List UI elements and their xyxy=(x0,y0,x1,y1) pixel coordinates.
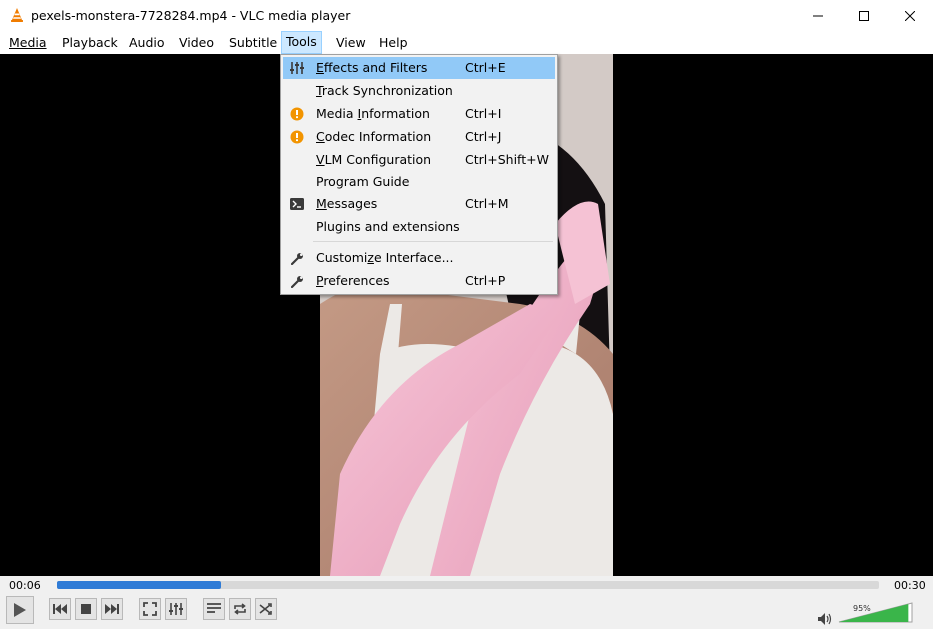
controls-bar: 00:06 00:30 95% xyxy=(0,576,933,629)
volume-slider[interactable] xyxy=(838,602,914,624)
menu-item-messages[interactable]: Messages Ctrl+M xyxy=(283,193,555,215)
menu-audio[interactable]: Audio xyxy=(125,32,169,54)
wrench-icon xyxy=(289,250,305,266)
menu-item-codec-information[interactable]: Codec Information Ctrl+J xyxy=(283,126,555,148)
play-icon xyxy=(14,603,26,617)
menu-bar: Media Playback Audio Video Subtitle Tool… xyxy=(0,31,933,54)
extended-settings-button[interactable] xyxy=(165,598,187,620)
shortcut-label: Ctrl+E xyxy=(465,60,506,75)
shuffle-button[interactable] xyxy=(255,598,277,620)
equalizer-icon xyxy=(169,603,183,615)
menu-item-preferences[interactable]: Preferences Ctrl+P xyxy=(283,270,555,292)
next-button[interactable] xyxy=(101,598,123,620)
menu-playback[interactable]: Playback xyxy=(58,32,122,54)
menu-item-media-information[interactable]: Media Information Ctrl+I xyxy=(283,103,555,125)
menu-item-plugins-and-extensions[interactable]: Plugins and extensions xyxy=(283,216,555,238)
tools-menu-dropdown: Effects and Filters Ctrl+E Track Synchro… xyxy=(280,54,558,295)
menu-item-customize-interface[interactable]: Customize Interface... xyxy=(283,247,555,269)
previous-button[interactable] xyxy=(49,598,71,620)
shortcut-label: Ctrl+I xyxy=(465,106,502,121)
minimize-button[interactable] xyxy=(795,0,841,31)
playlist-icon xyxy=(207,603,221,613)
fullscreen-icon xyxy=(143,602,157,616)
shortcut-label: Ctrl+Shift+W xyxy=(465,152,549,167)
close-button[interactable] xyxy=(887,0,933,31)
skip-next-icon xyxy=(105,604,119,614)
menu-separator xyxy=(313,241,553,242)
loop-icon xyxy=(234,603,246,615)
window-title: pexels-monstera-7728284.mp4 - VLC media … xyxy=(31,8,351,23)
total-time: 00:30 xyxy=(894,579,926,592)
shuffle-icon xyxy=(259,603,272,615)
maximize-button[interactable] xyxy=(841,0,887,31)
info-icon xyxy=(289,129,305,145)
close-icon xyxy=(905,10,915,21)
menu-help[interactable]: Help xyxy=(375,32,412,54)
fullscreen-button[interactable] xyxy=(139,598,161,620)
speaker-icon[interactable] xyxy=(818,613,832,625)
shortcut-label: Ctrl+P xyxy=(465,273,506,288)
menu-view[interactable]: View xyxy=(332,32,370,54)
stop-button[interactable] xyxy=(75,598,97,620)
terminal-icon xyxy=(289,196,305,212)
wrench-icon xyxy=(289,273,305,289)
minimize-icon xyxy=(813,15,823,16)
menu-subtitle[interactable]: Subtitle xyxy=(225,32,281,54)
menu-item-program-guide[interactable]: Program Guide xyxy=(283,171,555,193)
seek-bar-fill xyxy=(57,581,222,589)
equalizer-icon xyxy=(289,60,305,76)
playlist-button[interactable] xyxy=(203,598,225,620)
loop-button[interactable] xyxy=(229,598,251,620)
menu-video[interactable]: Video xyxy=(175,32,218,54)
elapsed-time: 00:06 xyxy=(9,579,41,592)
menu-tools[interactable]: Tools xyxy=(281,31,322,54)
title-bar: pexels-monstera-7728284.mp4 - VLC media … xyxy=(0,0,933,31)
seek-bar[interactable] xyxy=(57,581,879,589)
shortcut-label: Ctrl+J xyxy=(465,129,502,144)
menu-media[interactable]: Media xyxy=(5,32,51,54)
stop-icon xyxy=(81,604,91,614)
vlc-cone-icon xyxy=(11,8,23,22)
info-icon xyxy=(289,106,305,122)
skip-previous-icon xyxy=(53,604,67,614)
maximize-icon xyxy=(859,10,869,21)
menu-item-effects-and-filters[interactable]: Effects and Filters Ctrl+E xyxy=(283,57,555,79)
play-button[interactable] xyxy=(6,596,34,624)
menu-item-vlm-configuration[interactable]: VLM Configuration Ctrl+Shift+W xyxy=(283,149,555,171)
menu-item-track-synchronization[interactable]: Track Synchronization xyxy=(283,80,555,102)
shortcut-label: Ctrl+M xyxy=(465,196,509,211)
